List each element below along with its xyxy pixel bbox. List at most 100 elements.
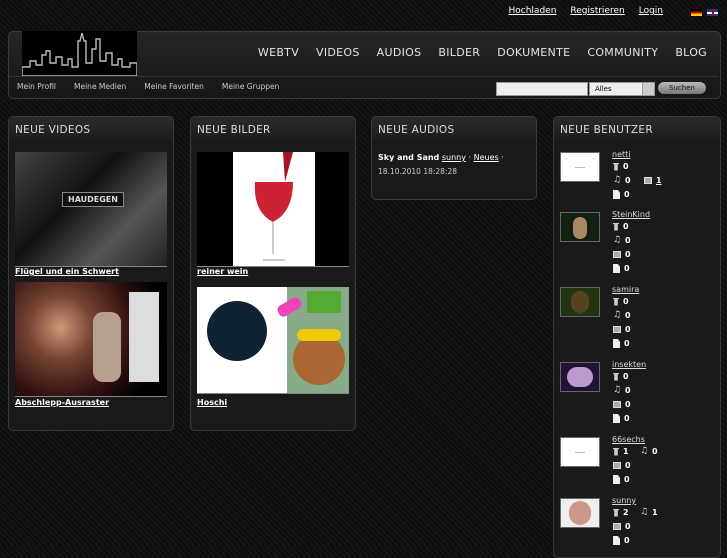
sub-nav: Mein Profil Meine Medien Meine Favoriten… [17, 82, 279, 91]
username-link[interactable]: samira [612, 285, 639, 294]
image-count: 0 [613, 522, 631, 531]
search-scope-value: Alles [595, 85, 612, 93]
video-count: 0 [613, 372, 629, 381]
avatar[interactable] [560, 287, 600, 317]
panel-title: NEUE BILDER [191, 117, 355, 141]
image-count: 1 [644, 176, 662, 185]
english-flag-icon[interactable] [707, 9, 718, 16]
search-scope-select[interactable]: Alles [589, 82, 655, 96]
video-thumbnail[interactable]: HAUDEGEN [15, 152, 167, 267]
username-link[interactable]: sunny [612, 496, 636, 505]
doc-count: 0 [613, 536, 630, 545]
music-note-icon: ♫ [613, 235, 622, 245]
document-icon [613, 190, 620, 199]
image-thumbnail[interactable] [197, 287, 349, 394]
panel-title: NEUE AUDIOS [372, 117, 536, 141]
document-icon [613, 339, 620, 348]
video-title-link[interactable]: Flügel und ein Schwert [15, 267, 119, 276]
image-count: 0 [613, 461, 631, 470]
city-skyline-logo[interactable] [21, 31, 138, 77]
audio-count: ♫ 0 [640, 446, 658, 457]
nav-dokumente[interactable]: DOKUMENTE [497, 46, 570, 59]
subnav-favorites[interactable]: Meine Favoriten [144, 82, 204, 91]
audio-count: ♫ 0 [613, 385, 631, 396]
video-icon [613, 297, 619, 306]
image-icon [613, 401, 621, 408]
username-link[interactable]: netti [612, 150, 631, 159]
username-link[interactable]: SteinKind [612, 210, 650, 219]
image-icon [613, 462, 621, 469]
audio-title-link[interactable]: Sky and Sand [378, 153, 439, 162]
image-icon [613, 251, 621, 258]
register-link[interactable]: Registrieren [570, 6, 624, 16]
audio-count: ♫ 0 [613, 175, 631, 186]
avatar[interactable] [560, 212, 600, 242]
doc-count: 0 [613, 414, 630, 423]
avatar[interactable] [560, 362, 600, 392]
video-count: 1 [613, 447, 629, 456]
audio-count: ♫ 1 [640, 507, 658, 518]
panel-title: NEUE BENUTZER [554, 117, 720, 141]
doc-count: 0 [613, 339, 630, 348]
doc-count: 0 [613, 190, 630, 199]
german-flag-icon[interactable] [691, 9, 702, 16]
music-note-icon: ♫ [640, 507, 649, 517]
doc-count: 0 [613, 475, 630, 484]
nav-blog[interactable]: BLOG [675, 46, 707, 59]
document-icon [613, 475, 620, 484]
new-users-panel: NEUE BENUTZER [553, 116, 721, 558]
video-title-link[interactable]: Abschlepp-Ausraster [15, 398, 109, 407]
nav-community[interactable]: COMMUNITY [587, 46, 658, 59]
image-icon [613, 326, 621, 333]
image-title-link[interactable]: reiner wein [197, 267, 248, 276]
nav-webtv[interactable]: WEBTV [258, 46, 299, 59]
audio-separator: · [501, 153, 504, 162]
video-icon [613, 508, 619, 517]
document-icon [613, 264, 620, 273]
avatar[interactable] [560, 498, 600, 528]
music-note-icon: ♫ [613, 175, 622, 185]
video-thumbnail[interactable] [15, 282, 167, 397]
image-count: 0 [613, 325, 631, 334]
audio-item: Sky and Sand sunny · Neues · [378, 153, 504, 162]
login-link[interactable]: Login [639, 6, 663, 16]
top-links: Hochladen Registrieren Login [509, 6, 664, 16]
avatar[interactable] [560, 152, 600, 182]
nav-audios[interactable]: AUDIOS [377, 46, 422, 59]
audio-user-link[interactable]: sunny [442, 153, 466, 162]
video-icon [613, 222, 619, 231]
audio-date: 18.10.2010 18:28:28 [378, 167, 458, 176]
audio-count: ♫ 0 [613, 235, 631, 246]
username-link[interactable]: insekten [612, 360, 646, 369]
nav-videos[interactable]: VIDEOS [316, 46, 360, 59]
image-title-link[interactable]: Hoschi [197, 398, 227, 407]
panel-title: NEUE VIDEOS [9, 117, 173, 141]
subnav-groups[interactable]: Meine Gruppen [222, 82, 279, 91]
nav-bilder[interactable]: BILDER [438, 46, 480, 59]
audio-separator: · [468, 153, 472, 162]
search-input[interactable] [496, 82, 588, 96]
username-link[interactable]: 66sechs [612, 435, 645, 444]
dropdown-arrow-icon [642, 83, 654, 95]
doc-count: 0 [613, 264, 630, 273]
upload-link[interactable]: Hochladen [509, 6, 557, 16]
document-icon [613, 536, 620, 545]
image-thumbnail[interactable] [197, 152, 349, 267]
video-icon [613, 447, 619, 456]
main-nav: WEBTV VIDEOS AUDIOS BILDER DOKUMENTE COM… [258, 46, 707, 59]
music-note-icon: ♫ [640, 446, 649, 456]
audio-count: ♫ 0 [613, 310, 631, 321]
image-icon [613, 523, 621, 530]
document-icon [613, 414, 620, 423]
music-note-icon: ♫ [613, 385, 622, 395]
audio-category-link[interactable]: Neues [474, 153, 499, 162]
music-note-icon: ♫ [613, 310, 622, 320]
subnav-profile[interactable]: Mein Profil [17, 82, 56, 91]
avatar[interactable] [560, 437, 600, 467]
subnav-media[interactable]: Meine Medien [74, 82, 126, 91]
language-flags [691, 9, 718, 16]
search-button[interactable]: Suchen [658, 82, 706, 94]
video-count: 0 [613, 297, 629, 306]
video-icon [613, 372, 619, 381]
image-count: 0 [613, 250, 631, 259]
